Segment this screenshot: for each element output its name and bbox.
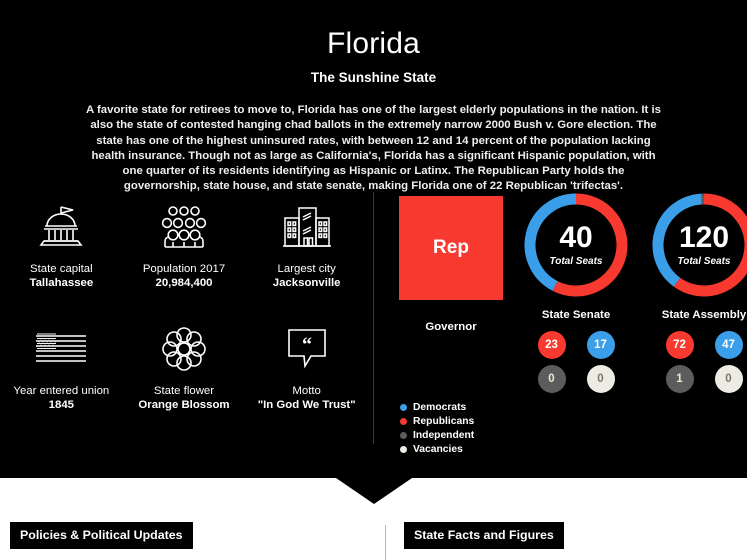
page-title: Florida	[326, 27, 421, 60]
section-heading-policies[interactable]: Policies & Political Updates	[10, 522, 193, 549]
fact-label: State capital	[29, 263, 93, 275]
fact-value: 1845	[48, 399, 74, 411]
fact-state-capital: State capital Tallahassee	[0, 198, 123, 290]
assembly-badge-republicans: 72	[665, 331, 694, 359]
fact-motto: “ Motto "In God We Trust"	[245, 320, 368, 412]
usa-flag-icon	[0, 320, 123, 378]
section-arrow-icon	[335, 478, 412, 504]
legend-color-dot	[400, 418, 407, 425]
governor-party-swatch: Rep	[399, 196, 503, 300]
governor-party-label: Rep	[433, 237, 469, 258]
section-heading-state-facts[interactable]: State Facts and Figures	[404, 522, 564, 549]
assembly-badge-independent: 1	[665, 365, 694, 393]
senate-total-seats: 40	[559, 221, 593, 254]
svg-text:“: “	[302, 334, 312, 356]
fact-state-flower: State flower Orange Blossom	[123, 320, 246, 412]
fact-value: 20,984,400	[155, 277, 213, 289]
senate-total-seats-label: Total Seats	[549, 256, 603, 267]
governor-caption: Governor	[425, 321, 477, 333]
column-divider	[373, 192, 374, 444]
senate-badge-vacancies: 0	[586, 365, 615, 393]
capitol-building-icon	[0, 198, 123, 256]
legend-label: Republicans	[413, 416, 475, 427]
party-legend: Democrats Republicans Independent Vacancies	[400, 402, 474, 458]
fact-value: Jacksonville	[272, 277, 341, 289]
senate-badge-democrats: 17	[586, 331, 615, 359]
legend-color-dot	[400, 404, 407, 411]
state-nickname: The Sunshine State	[310, 70, 437, 85]
fact-year-entered-union: Year entered union 1845	[0, 320, 123, 412]
legend-label: Democrats	[413, 402, 467, 413]
hero-panel: Florida The Sunshine State A favorite st…	[0, 0, 747, 478]
state-description: A favorite state for retirees to move to…	[86, 104, 661, 193]
chamber-state-assembly: 120 Total Seats State Assembly 72 47 1 0	[649, 190, 747, 393]
fact-label: Motto	[292, 385, 321, 397]
assembly-badge-vacancies: 0	[714, 365, 743, 393]
senate-donut-center: 40 Total Seats	[521, 190, 631, 300]
bottom-column-divider	[385, 525, 386, 560]
assembly-donut-center: 120 Total Seats	[649, 190, 747, 300]
legend-label: Independent	[413, 430, 475, 441]
city-buildings-icon	[245, 198, 368, 256]
people-group-icon	[123, 198, 246, 256]
state-facts-grid: State capital Tallahassee Population 201…	[0, 190, 368, 412]
content-columns: State capital Tallahassee Population 201…	[0, 190, 747, 460]
fact-population: Population 2017 20,984,400	[123, 198, 246, 290]
politics-row: Rep Governor 40 Total Seats State Senate…	[385, 190, 747, 393]
fact-value: Tallahassee	[29, 277, 94, 289]
flower-icon	[123, 320, 246, 378]
fact-label: Population 2017	[142, 263, 226, 275]
senate-badge-independent: 0	[537, 365, 566, 393]
assembly-seat-badges: 72 47 1 0	[658, 331, 747, 393]
quote-bubble-icon: “	[245, 320, 368, 378]
assembly-caption: State Assembly	[661, 309, 747, 321]
assembly-badge-democrats: 47	[714, 331, 743, 359]
senate-caption: State Senate	[541, 309, 611, 321]
fact-label: Largest city	[277, 263, 336, 275]
fact-value: Orange Blossom	[138, 399, 230, 411]
senate-badge-republicans: 23	[537, 331, 566, 359]
legend-item-independent: Independent	[400, 430, 474, 441]
legend-item-republicans: Republicans	[400, 416, 474, 427]
governor-block: Rep Governor	[399, 190, 503, 333]
assembly-donut-chart: 120 Total Seats	[649, 190, 747, 300]
legend-color-dot	[400, 432, 407, 439]
state-profile-page: Florida The Sunshine State A favorite st…	[0, 0, 747, 560]
fact-label: State flower	[153, 385, 215, 397]
politics-panel: Rep Governor 40 Total Seats State Senate…	[385, 190, 747, 393]
legend-item-democrats: Democrats	[400, 402, 474, 413]
assembly-total-seats-label: Total Seats	[677, 256, 731, 267]
fact-value: "In God We Trust"	[257, 399, 356, 411]
senate-seat-badges: 23 17 0 0	[530, 331, 622, 393]
chamber-state-senate: 40 Total Seats State Senate 23 17 0 0	[521, 190, 631, 393]
legend-item-vacancies: Vacancies	[400, 444, 474, 455]
legend-label: Vacancies	[413, 444, 463, 455]
assembly-total-seats: 120	[678, 221, 730, 254]
legend-color-dot	[400, 446, 407, 453]
senate-donut-chart: 40 Total Seats	[521, 190, 631, 300]
fact-label: Year entered union	[13, 385, 110, 397]
fact-largest-city: Largest city Jacksonville	[245, 198, 368, 290]
